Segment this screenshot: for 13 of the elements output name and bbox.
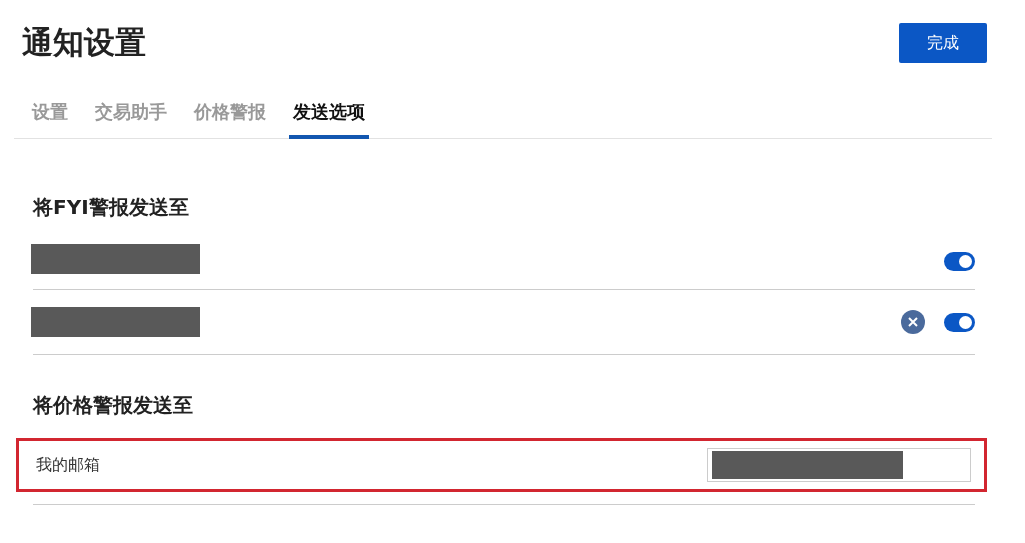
remove-icon[interactable] [901, 310, 925, 334]
section-heading: 将FYI警报发送至 [33, 194, 190, 221]
email-field[interactable] [707, 448, 971, 482]
tab[interactable]: 发送选项 [289, 100, 369, 139]
tab[interactable]: 交易助手 [91, 100, 171, 139]
section-heading: 将价格警报发送至 [33, 392, 194, 419]
email-label: 我的邮箱 [36, 454, 101, 476]
done-button[interactable]: 完成 [899, 23, 987, 63]
tab[interactable]: 设置 [28, 100, 72, 139]
page-title: 通知设置 [22, 23, 146, 62]
tab[interactable]: 价格警报 [190, 100, 270, 139]
toggle-switch[interactable] [944, 252, 975, 271]
toggle-switch[interactable] [944, 312, 975, 332]
